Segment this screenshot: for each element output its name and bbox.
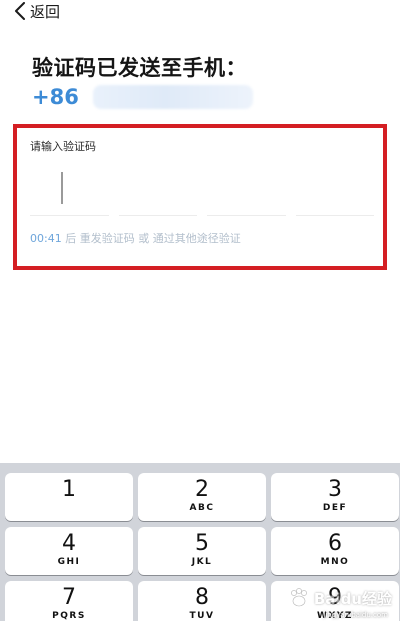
key-1[interactable]: 1: [5, 473, 133, 521]
page-title: 验证码已发送至手机：: [32, 56, 247, 80]
code-slot: [30, 215, 109, 216]
watermark-subtext: jingyan.baidu.com: [323, 611, 388, 619]
key-3[interactable]: 3 DEF: [271, 473, 399, 521]
key-letters: PQRS: [52, 611, 86, 621]
key-digit: 2: [195, 477, 209, 502]
key-digit: 6: [328, 531, 342, 556]
key-digit: 3: [328, 477, 342, 502]
code-slot: [295, 215, 374, 216]
key-digit: 1: [62, 477, 76, 502]
resend-hint: 00:41 后 重发验证码 或 通过其他途径验证: [30, 230, 241, 246]
code-input-slots[interactable]: [30, 215, 374, 216]
resend-countdown: 00:41: [30, 232, 62, 245]
key-letters: MNO: [320, 557, 350, 567]
resend-text[interactable]: 后 重发验证码 或 通过其他途径验证: [62, 232, 241, 245]
key-letters: TUV: [189, 611, 215, 621]
phone-number: +86: [32, 82, 253, 112]
key-letters: DEF: [322, 503, 348, 513]
watermark-text: Baidu经验: [313, 589, 392, 608]
back-label: 返回: [30, 2, 61, 21]
key-digit: 8: [195, 585, 209, 610]
key-letters: JKL: [191, 557, 213, 567]
watermark: Baidu经验: [288, 583, 392, 613]
key-letters: GHI: [57, 557, 81, 567]
key-5[interactable]: 5 JKL: [138, 527, 266, 575]
key-digit: 7: [62, 585, 76, 610]
paw-icon: [290, 588, 307, 607]
key-letters: ABC: [189, 503, 215, 513]
country-code: +86: [32, 85, 79, 109]
key-digit: 4: [62, 531, 76, 556]
verification-screen: 返回 验证码已发送至手机： +86 请输入验证码 00:41 后 重发验证码 或…: [0, 0, 400, 621]
key-4[interactable]: 4 GHI: [5, 527, 133, 575]
key-2[interactable]: 2 ABC: [138, 473, 266, 521]
back-button[interactable]: 返回: [14, 0, 60, 22]
key-digit: 5: [195, 531, 209, 556]
chevron-left-icon: [15, 2, 25, 20]
key-8[interactable]: 8 TUV: [138, 581, 266, 621]
nav-bar: 返回: [0, 0, 400, 24]
code-input-cursor[interactable]: [61, 172, 63, 204]
key-6[interactable]: 6 MNO: [271, 527, 399, 575]
phone-number-blurred: [92, 85, 253, 109]
code-slot: [118, 215, 197, 216]
code-slot: [207, 215, 286, 216]
code-input-label: 请输入验证码: [30, 140, 96, 153]
key-7[interactable]: 7 PQRS: [5, 581, 133, 621]
